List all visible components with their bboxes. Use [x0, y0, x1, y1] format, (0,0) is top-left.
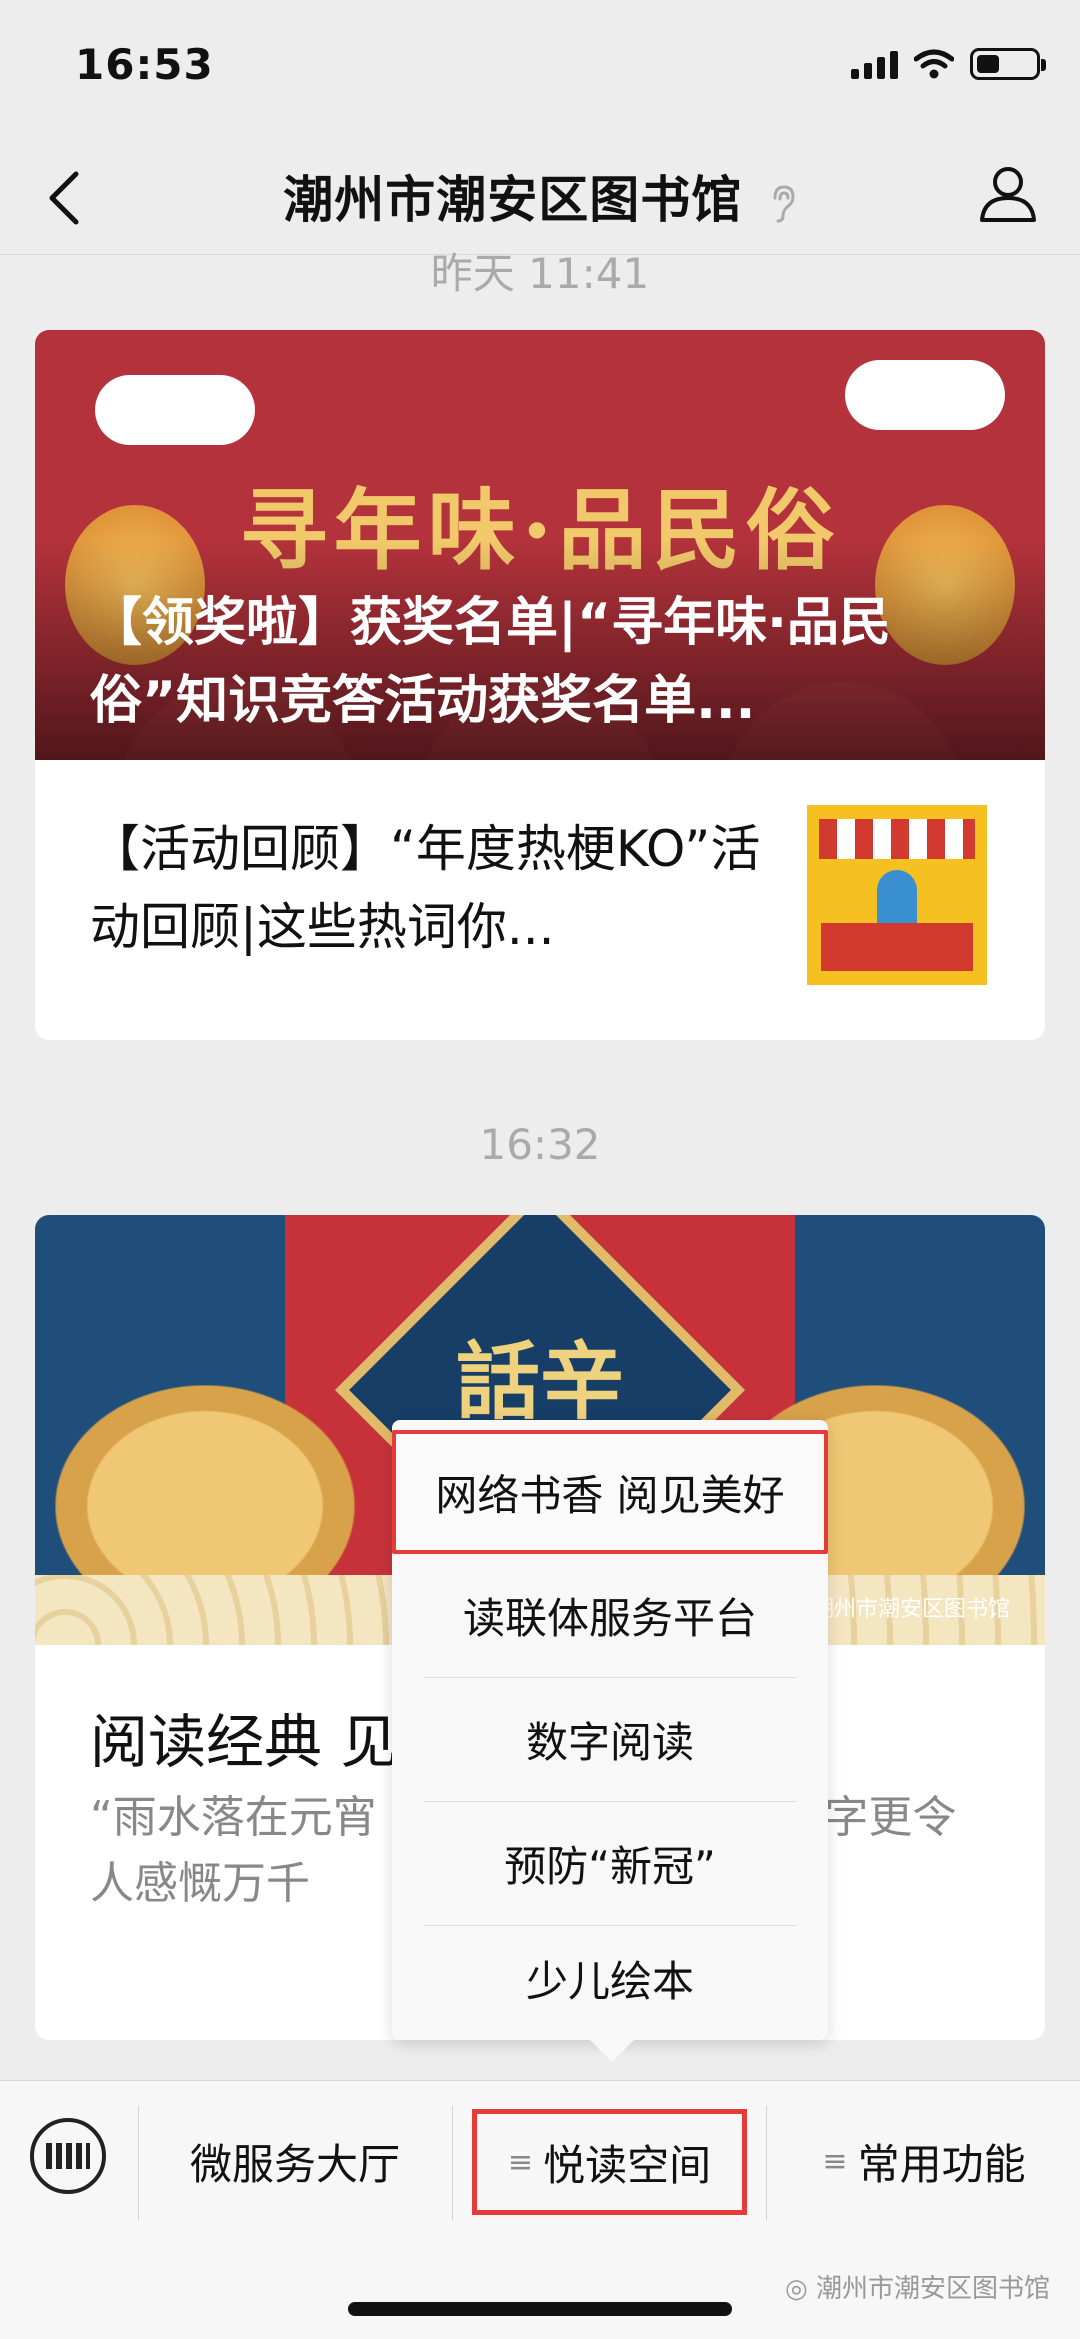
home-indicator[interactable]	[348, 2302, 732, 2316]
timestamp: 昨天 11:41	[430, 249, 650, 298]
page-title: 潮州市潮安区图书馆	[0, 160, 1080, 232]
submenu-item[interactable]: 网络书香 阅见美好	[392, 1430, 828, 1554]
submenu-item[interactable]: 读联体服务平台	[424, 1554, 796, 1678]
submenu-item[interactable]: 数字阅读	[424, 1678, 796, 1802]
keyboard-toggle-icon[interactable]	[30, 2118, 106, 2194]
battery-icon	[970, 48, 1046, 80]
menu-changyong[interactable]: ≡ 常用功能	[768, 2111, 1080, 2211]
timestamp: 16:32	[479, 1120, 601, 1169]
cellular-signal-icon	[851, 49, 898, 79]
nav-bar: 潮州市潮安区图书馆	[0, 140, 1080, 255]
profile-icon[interactable]	[976, 162, 1040, 226]
article-list-item[interactable]: 【活动回顾】“年度热梗KO”活动回顾|这些热词你...	[35, 760, 1045, 1040]
article-banner[interactable]: 寻年味·品民俗 【领奖啦】获奖名单|“寻年味·品民俗”知识竞答活动获奖名单...	[35, 330, 1045, 760]
article-card[interactable]: 寻年味·品民俗 【领奖啦】获奖名单|“寻年味·品民俗”知识竞答活动获奖名单...…	[35, 330, 1045, 1040]
status-time: 16:53	[75, 40, 214, 89]
status-bar: 16:53	[0, 0, 1080, 140]
cloud-decoration	[845, 360, 1005, 430]
menu-yuedu[interactable]: ≡ 悦读空间	[472, 2109, 747, 2215]
banner-caption: 潮州市潮安区图书馆	[811, 1597, 1010, 1622]
submenu-item[interactable]: 少儿绘本	[424, 1916, 796, 2040]
submenu-indicator-icon: ≡	[507, 2144, 534, 2180]
article-thumbnail[interactable]	[807, 805, 987, 985]
submenu-item[interactable]: 预防“新冠”	[424, 1802, 796, 1926]
wifi-icon	[914, 49, 954, 79]
watermark: ◎ 潮州市潮安区图书馆	[785, 2274, 1050, 2304]
article-title[interactable]: 阅读经典 见	[90, 1695, 398, 1779]
ear-mode-icon	[773, 184, 795, 222]
status-icons	[851, 48, 1046, 80]
cloud-decoration	[95, 375, 255, 445]
ox-illustration	[55, 1385, 355, 1605]
submenu-indicator-icon: ≡	[822, 2143, 848, 2179]
menu-weifuwu[interactable]: 微服务大厅	[140, 2111, 450, 2211]
submenu-popup: 网络书香 阅见美好 读联体服务平台 数字阅读 预防“新冠” 少儿绘本	[392, 1420, 828, 2062]
menu-label: 悦读空间	[543, 2140, 712, 2190]
menu-label: 微服务大厅	[189, 2139, 400, 2189]
article-title[interactable]: 【领奖啦】获奖名单|“寻年味·品民俗”知识竞答活动获奖名单...	[90, 584, 1005, 740]
wechat-icon: ◎	[785, 2274, 816, 2304]
article-item-title[interactable]: 【活动回顾】“年度热梗KO”活动回顾|这些热词你...	[90, 810, 810, 966]
menu-label: 常用功能	[857, 2139, 1026, 2189]
page-title-text: 潮州市潮安区图书馆	[283, 171, 743, 229]
